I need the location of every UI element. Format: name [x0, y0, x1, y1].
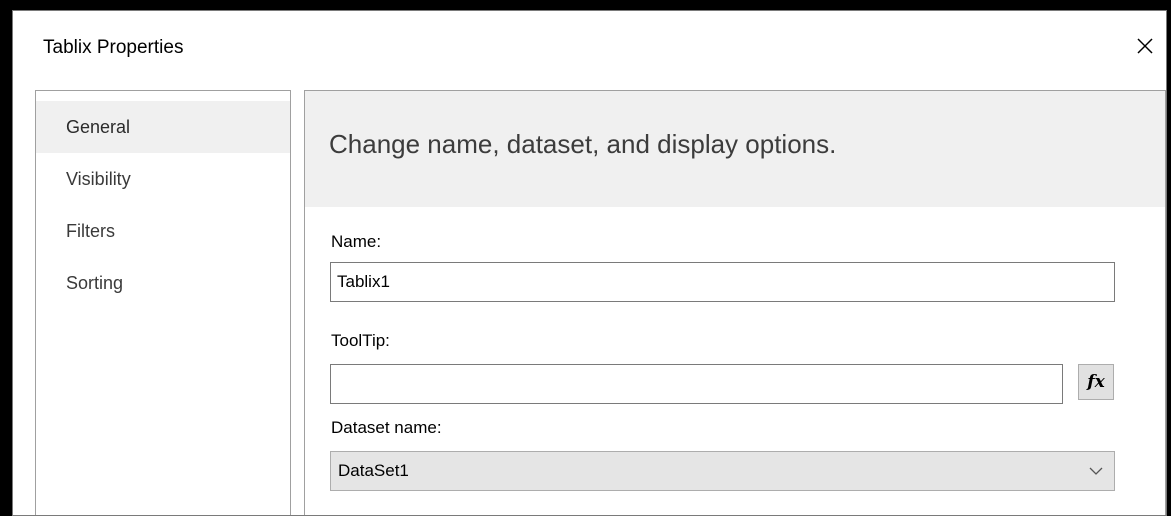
tooltip-label: ToolTip:	[331, 331, 390, 350]
tablix-properties-dialog: Tablix Properties General Visibility Fil…	[12, 10, 1167, 516]
dataset-label: Dataset name:	[331, 418, 442, 437]
dataset-selected-value: DataSet1	[338, 461, 409, 480]
name-label: Name:	[331, 232, 382, 251]
close-icon	[1137, 38, 1153, 54]
fx-expression-icon: fx	[1087, 372, 1105, 392]
tooltip-input[interactable]	[330, 364, 1063, 404]
content-panel: Change name, dataset, and display option…	[304, 90, 1166, 515]
dataset-select[interactable]: DataSet1	[330, 451, 1115, 491]
page-title: Change name, dataset, and display option…	[329, 129, 837, 159]
sidebar-nav: General Visibility Filters Sorting	[35, 90, 291, 515]
dialog-title: Tablix Properties	[43, 37, 184, 58]
sidebar-item-general[interactable]: General	[36, 101, 290, 153]
fx-expression-button[interactable]: fx	[1078, 364, 1114, 400]
chevron-down-icon	[1089, 467, 1103, 475]
title-bar: Tablix Properties	[13, 11, 1166, 83]
close-button[interactable]	[1128, 29, 1162, 63]
sidebar-item-visibility[interactable]: Visibility	[36, 153, 290, 205]
name-input[interactable]	[330, 262, 1115, 302]
sidebar-item-sorting[interactable]: Sorting	[36, 257, 290, 309]
sidebar-item-filters[interactable]: Filters	[36, 205, 290, 257]
content-header: Change name, dataset, and display option…	[305, 91, 1165, 207]
